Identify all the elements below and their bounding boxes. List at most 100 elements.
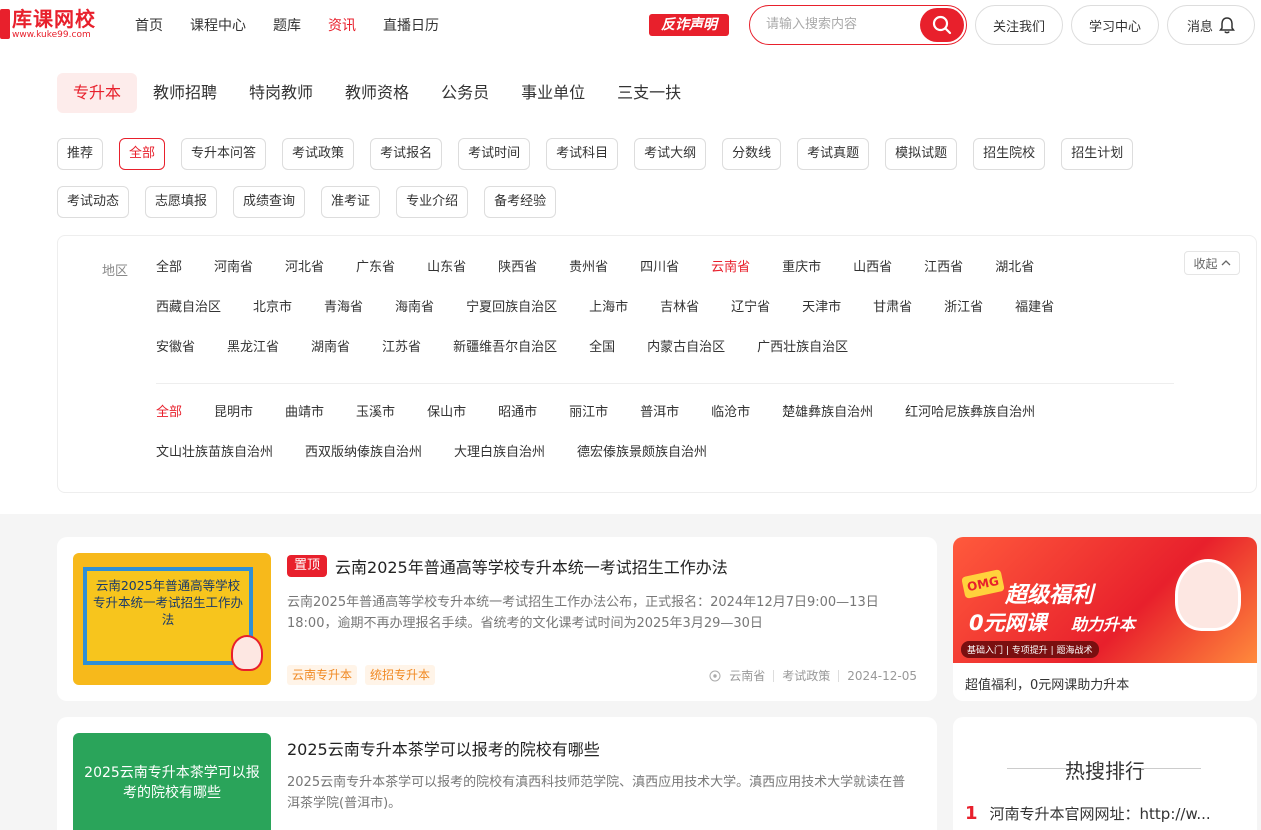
bell-icon [1219,17,1235,34]
nav-question-bank[interactable]: 题库 [273,15,301,35]
filter-chip[interactable]: 考试动态 [57,186,130,218]
province-option[interactable]: 湖北省 [995,258,1034,298]
city-option[interactable]: 文山壮族苗族自治州 [156,443,273,483]
province-option[interactable]: 陕西省 [498,258,537,298]
province-option[interactable]: 天津市 [802,298,841,338]
filter-chip-active[interactable]: 全部 [119,138,166,170]
nav-courses[interactable]: 课程中心 [190,15,246,35]
province-option[interactable]: 内蒙古自治区 [647,338,725,378]
province-option[interactable]: 湖南省 [311,338,350,378]
article-thumbnail[interactable]: 2025云南专升本茶学可以报考的院校有哪些 [73,733,271,830]
article-thumbnail[interactable]: 云南2025年普通高等学校专升本统一考试招生工作办法 [73,553,271,685]
omg-badge: OMG [961,569,1005,599]
article-card[interactable]: 2025云南专升本茶学可以报考的院校有哪些 2025云南专升本茶学可以报考的院校… [57,717,937,830]
filter-chip[interactable]: 考试政策 [282,138,355,170]
city-option[interactable]: 全部 [156,403,182,443]
tab-special-post-teacher[interactable]: 特岗教师 [233,73,329,113]
province-option[interactable]: 山东省 [427,258,466,298]
province-option[interactable]: 辽宁省 [731,298,770,338]
tab-public-institution[interactable]: 事业单位 [505,73,601,113]
filter-chip[interactable]: 分数线 [722,138,782,170]
province-option[interactable]: 云南省 [711,258,750,298]
province-option[interactable]: 重庆市 [782,258,821,298]
article-tag[interactable]: 云南专升本 [287,665,358,685]
city-option[interactable]: 普洱市 [640,403,679,443]
search-input[interactable] [766,16,916,31]
province-option[interactable]: 贵州省 [569,258,608,298]
province-option[interactable]: 吉林省 [660,298,699,338]
tab-teacher-qualification[interactable]: 教师资格 [329,73,425,113]
filter-chip[interactable]: 专业介绍 [396,186,469,218]
nav-live-calendar[interactable]: 直播日历 [383,15,439,35]
tab-teacher-recruit[interactable]: 教师招聘 [137,73,233,113]
city-option[interactable]: 昭通市 [498,403,537,443]
province-option[interactable]: 安徽省 [156,338,195,378]
search-button[interactable] [920,8,964,42]
article-title[interactable]: 2025云南专升本茶学可以报考的院校有哪些 [287,736,600,760]
filter-chip[interactable]: 考试真题 [797,138,870,170]
city-option[interactable]: 德宏傣族景颇族自治州 [577,443,707,483]
province-option[interactable]: 浙江省 [944,298,983,338]
filter-chip[interactable]: 考试报名 [370,138,443,170]
anti-fraud-statement-button[interactable]: 反诈声明 [649,14,729,36]
city-option[interactable]: 楚雄彝族自治州 [782,403,873,443]
nav-home[interactable]: 首页 [135,15,163,35]
province-option[interactable]: 四川省 [640,258,679,298]
province-option[interactable]: 山西省 [853,258,892,298]
filter-chip[interactable]: 模拟试题 [885,138,958,170]
hot-search-item[interactable]: 1 河南专升本官网网址：http://w... [965,803,1235,824]
follow-us-button[interactable]: 关注我们 [975,5,1063,45]
province-option[interactable]: 江西省 [924,258,963,298]
city-option[interactable]: 西双版纳傣族自治州 [305,443,422,483]
filter-chip[interactable]: 招生计划 [1061,138,1134,170]
province-option[interactable]: 西藏自治区 [156,298,221,338]
filter-chip[interactable]: 志愿填报 [145,186,218,218]
province-option[interactable]: 宁夏回族自治区 [466,298,557,338]
filter-chip[interactable]: 招生院校 [973,138,1046,170]
promo-banner[interactable]: OMG 超级福利 0元网课 助力升本 基础入门 | 专项提升 | 题海战术 超值… [953,537,1257,701]
province-option[interactable]: 新疆维吾尔自治区 [453,338,557,378]
province-option[interactable]: 广西壮族自治区 [757,338,848,378]
collapse-button[interactable]: 收起 [1184,251,1240,275]
city-option[interactable]: 临沧市 [711,403,750,443]
province-option[interactable]: 上海市 [589,298,628,338]
tab-sanzhiyifu[interactable]: 三支一扶 [601,73,697,113]
province-option[interactable]: 河南省 [214,258,253,298]
tab-civil-servant[interactable]: 公务员 [425,73,505,113]
city-option[interactable]: 曲靖市 [285,403,324,443]
city-option[interactable]: 红河哈尼族彝族自治州 [905,403,1035,443]
province-option[interactable]: 全部 [156,258,182,298]
province-option[interactable]: 江苏省 [382,338,421,378]
article-tag[interactable]: 统招专升本 [365,665,436,685]
article-desc: 2025云南专升本茶学可以报考的院校有滇西科技师范学院、滇西应用技术大学。滇西应… [287,775,906,811]
province-option[interactable]: 青海省 [324,298,363,338]
nav-news[interactable]: 资讯 [328,15,356,35]
province-option[interactable]: 海南省 [395,298,434,338]
filter-chip[interactable]: 准考证 [321,186,381,218]
province-option[interactable]: 黑龙江省 [227,338,279,378]
province-option[interactable]: 甘肃省 [873,298,912,338]
filter-chip[interactable]: 成绩查询 [233,186,306,218]
city-option[interactable]: 大理白族自治州 [454,443,545,483]
study-center-button[interactable]: 学习中心 [1071,5,1159,45]
filter-chip[interactable]: 考试科目 [546,138,619,170]
province-option[interactable]: 全国 [589,338,615,378]
province-option[interactable]: 北京市 [253,298,292,338]
messages-button[interactable]: 消息 [1167,5,1255,45]
article-title[interactable]: 云南2025年普通高等学校专升本统一考试招生工作办法 [335,554,728,578]
province-option[interactable]: 福建省 [1015,298,1054,338]
city-option[interactable]: 昆明市 [214,403,253,443]
tab-zhuanshengben[interactable]: 专升本 [57,73,138,113]
province-option[interactable]: 广东省 [356,258,395,298]
filter-chip[interactable]: 考试大纲 [634,138,707,170]
city-option[interactable]: 保山市 [427,403,466,443]
filter-chip[interactable]: 备考经验 [484,186,557,218]
city-option[interactable]: 丽江市 [569,403,608,443]
article-card[interactable]: 云南2025年普通高等学校专升本统一考试招生工作办法 置顶 云南2025年普通高… [57,537,937,701]
filter-chip[interactable]: 推荐 [57,138,104,170]
logo[interactable]: 库课网校 www.kuke99.com [0,8,96,40]
city-option[interactable]: 玉溪市 [356,403,395,443]
filter-chip[interactable]: 专升本问答 [181,138,267,170]
filter-chip[interactable]: 考试时间 [458,138,531,170]
province-option[interactable]: 河北省 [285,258,324,298]
